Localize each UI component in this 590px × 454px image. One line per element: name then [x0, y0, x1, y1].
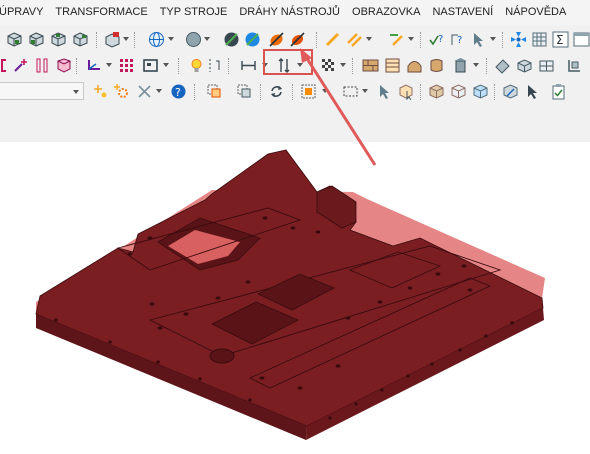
annotation-arrow: [300, 48, 377, 166]
